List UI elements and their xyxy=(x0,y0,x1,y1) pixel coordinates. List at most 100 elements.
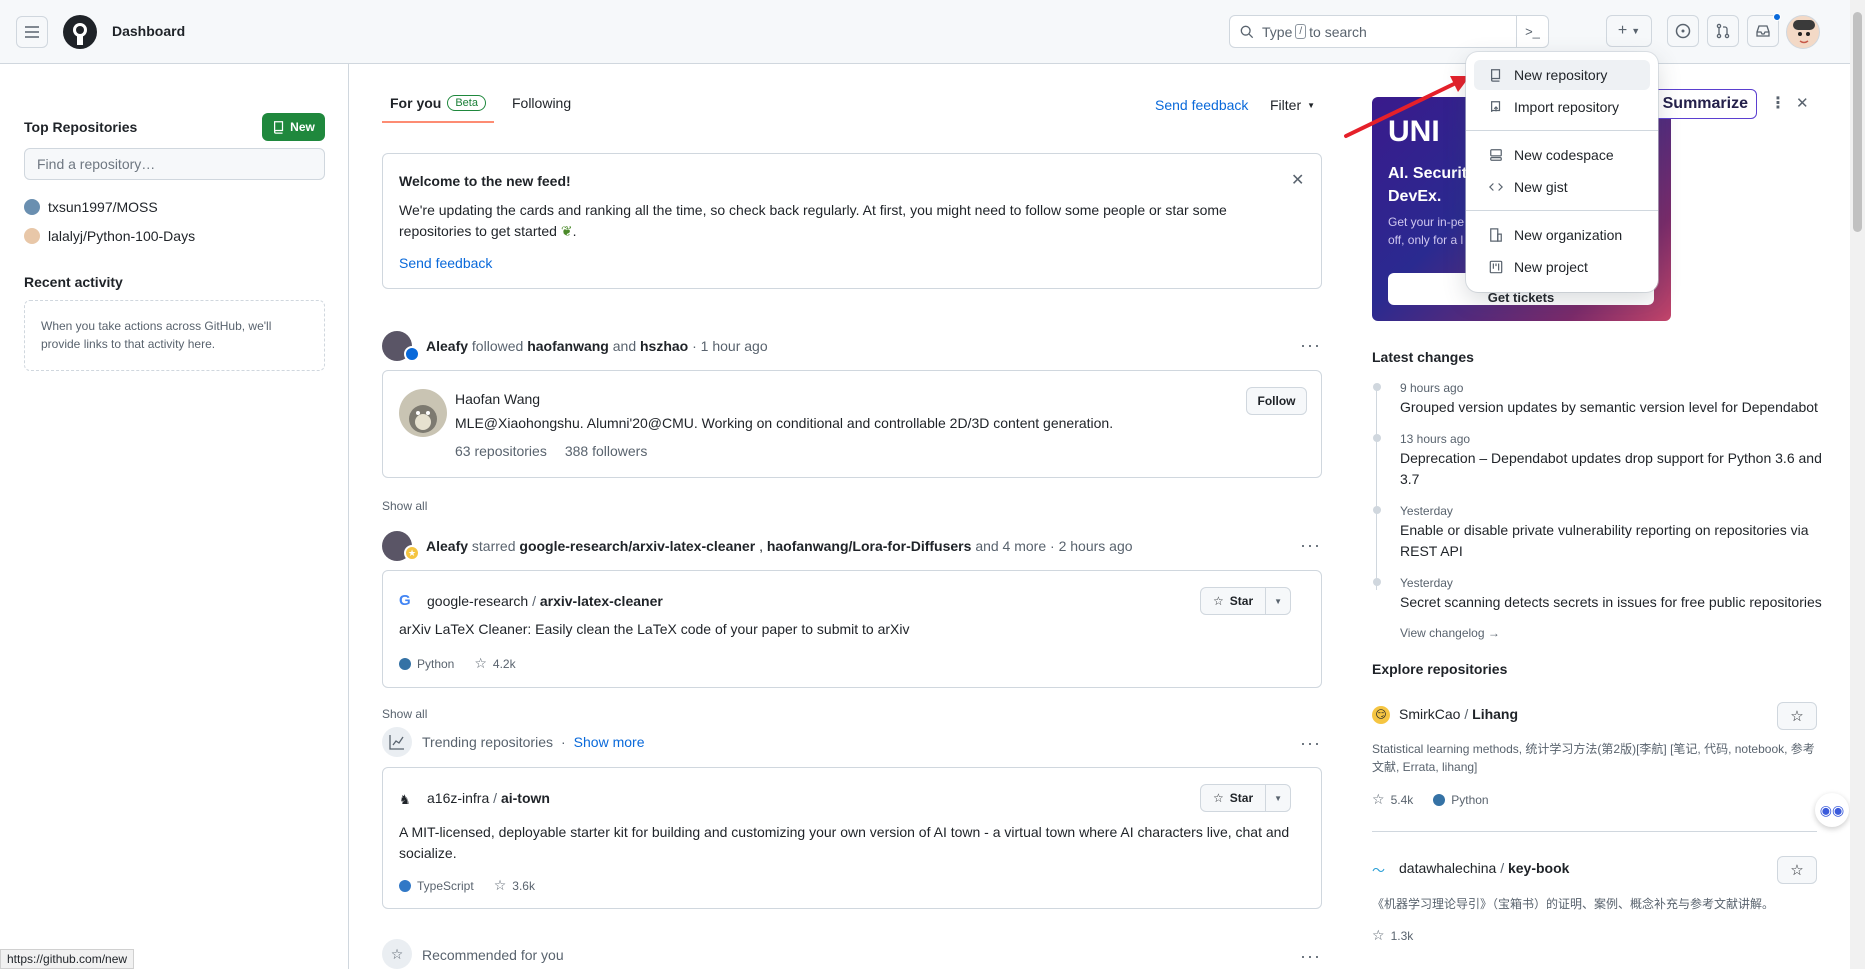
top-repo-item[interactable]: txsun1997/MOSS xyxy=(24,199,158,215)
repo-slash: / xyxy=(532,593,536,609)
repo-owner[interactable]: google-research xyxy=(427,593,528,609)
change-item[interactable]: 13 hours ago Deprecation – Dependabot up… xyxy=(1400,432,1830,490)
repo-owner-avatar[interactable]: 😏 xyxy=(1372,706,1390,724)
filter-button[interactable]: Filter ▼ xyxy=(1270,97,1315,113)
change-title[interactable]: Enable or disable private vulnerability … xyxy=(1400,520,1830,562)
repo-owner[interactable]: a16z-infra xyxy=(427,790,489,806)
more-options-icon[interactable]: ··· xyxy=(1300,733,1321,754)
tab-following[interactable]: Following xyxy=(502,88,581,121)
new-repository-button[interactable]: New xyxy=(262,113,325,141)
repo-name[interactable]: arxiv-latex-cleaner xyxy=(540,593,663,609)
find-repository-input[interactable]: Find a repository… xyxy=(24,148,325,180)
show-all-link[interactable]: Show all xyxy=(382,499,427,513)
star-action[interactable]: ☆ Star xyxy=(1201,785,1267,811)
kebab-menu-icon[interactable]: ⋮ xyxy=(1770,93,1786,113)
menu-item-new-organization[interactable]: New organization xyxy=(1474,220,1650,250)
command-palette-icon[interactable]: >_ xyxy=(1516,16,1548,47)
repo-name[interactable]: ai-town xyxy=(501,790,550,806)
repo-stars[interactable]: 5.4k xyxy=(1391,793,1414,807)
change-title[interactable]: Secret scanning detects secrets in issue… xyxy=(1400,592,1830,613)
more-options-icon[interactable]: ··· xyxy=(1300,535,1321,556)
repo-stars[interactable]: 4.2k xyxy=(493,657,516,671)
assistant-bot-icon[interactable]: ◉◉ xyxy=(1815,793,1849,827)
event-repo-link[interactable]: haofanwang/Lora-for-Diffusers xyxy=(767,538,972,554)
repo-name[interactable]: key-book xyxy=(1508,860,1569,876)
issues-button[interactable] xyxy=(1667,15,1699,47)
explore-repo-name[interactable]: datawhalechina / key-book xyxy=(1399,860,1569,876)
caret-down-icon: ▼ xyxy=(1274,596,1283,606)
follow-button[interactable]: Follow xyxy=(1246,387,1307,415)
repo-name[interactable]: Lihang xyxy=(1472,706,1518,722)
page-title[interactable]: Dashboard xyxy=(112,23,185,39)
star-icon: ☆ xyxy=(1790,708,1804,725)
repo-owner[interactable]: datawhalechina xyxy=(1399,860,1496,876)
change-item[interactable]: Yesterday Secret scanning detects secret… xyxy=(1400,576,1830,613)
page-scrollbar[interactable] xyxy=(1850,0,1865,969)
more-options-icon[interactable]: ··· xyxy=(1300,335,1321,356)
view-changelog-link[interactable]: View changelog → xyxy=(1400,626,1500,640)
find-repository-placeholder: Find a repository… xyxy=(37,156,156,172)
user-repositories-count[interactable]: 63 repositories xyxy=(455,443,547,459)
show-more-link[interactable]: Show more xyxy=(574,734,645,750)
show-all-link[interactable]: Show all xyxy=(382,707,427,721)
top-repo-label[interactable]: lalalyj/Python-100-Days xyxy=(48,228,195,244)
menu-item-new-codespace[interactable]: New codespace xyxy=(1474,140,1650,170)
close-icon[interactable]: ✕ xyxy=(1291,170,1304,190)
create-new-button[interactable]: + ▼ xyxy=(1606,15,1652,47)
event-repo-link[interactable]: google-research/arxiv-latex-cleaner xyxy=(519,538,755,554)
repo-owner[interactable]: SmirkCao xyxy=(1399,706,1460,722)
menu-item-new-gist[interactable]: New gist xyxy=(1474,172,1650,202)
organization-icon xyxy=(1488,227,1504,243)
datawhale-logo-icon[interactable]: 〜 xyxy=(1372,860,1390,878)
repo-meta: TypeScript ☆ 3.6k xyxy=(399,877,535,894)
user-followers-count[interactable]: 388 followers xyxy=(565,443,648,459)
codespaces-icon xyxy=(1488,147,1504,163)
change-item[interactable]: 9 hours ago Grouped version updates by s… xyxy=(1400,381,1830,418)
user-avatar[interactable] xyxy=(1786,15,1820,49)
repo-full-name[interactable]: a16z-infra / ai-town xyxy=(427,790,550,806)
event-user-link[interactable]: hszhao xyxy=(640,338,688,354)
hamburger-menu-button[interactable] xyxy=(16,16,48,48)
star-button[interactable]: ☆ xyxy=(1777,856,1817,884)
tab-for-you[interactable]: For you Beta xyxy=(382,88,494,123)
event-user-link[interactable]: haofanwang xyxy=(527,338,609,354)
more-options-icon[interactable]: ··· xyxy=(1300,946,1321,967)
change-item[interactable]: Yesterday Enable or disable private vuln… xyxy=(1400,504,1830,562)
top-repo-item[interactable]: lalalyj/Python-100-Days xyxy=(24,228,195,244)
user-avatar-totoro[interactable] xyxy=(399,389,447,437)
star-list-dropdown[interactable]: ▼ xyxy=(1266,785,1290,811)
inbox-button[interactable] xyxy=(1747,13,1781,47)
star-action[interactable]: ☆ Star xyxy=(1201,588,1267,614)
repo-language: Python xyxy=(417,656,455,671)
explore-repo-name[interactable]: SmirkCao / Lihang xyxy=(1399,706,1518,722)
annotation-arrow xyxy=(1344,76,1470,138)
event-verb: starred xyxy=(471,538,516,554)
promo-headline: AI. Security xyxy=(1388,165,1477,182)
star-icon: ☆ xyxy=(382,939,412,969)
repo-full-name[interactable]: google-research / arxiv-latex-cleaner xyxy=(427,593,663,609)
repo-stars[interactable]: 1.3k xyxy=(1391,929,1414,943)
welcome-send-feedback-link[interactable]: Send feedback xyxy=(399,255,492,271)
menu-item-new-repository[interactable]: New repository xyxy=(1474,60,1650,90)
scrollbar-thumb[interactable] xyxy=(1853,12,1862,232)
star-button[interactable]: ☆ xyxy=(1777,702,1817,730)
star-button[interactable]: ☆ Star ▼ xyxy=(1200,587,1292,615)
menu-item-import-repository[interactable]: Import repository xyxy=(1474,92,1650,122)
change-title[interactable]: Grouped version updates by semantic vers… xyxy=(1400,397,1830,418)
event-actor-link[interactable]: Aleafy xyxy=(426,538,468,554)
close-icon[interactable]: ✕ xyxy=(1796,94,1809,112)
top-repo-label[interactable]: txsun1997/MOSS xyxy=(48,199,158,215)
pull-requests-button[interactable] xyxy=(1707,15,1739,47)
github-logo-icon[interactable] xyxy=(63,15,97,49)
repo-description: A MIT-licensed, deployable starter kit f… xyxy=(399,824,1290,861)
event-actor-link[interactable]: Aleafy xyxy=(426,338,468,354)
user-name[interactable]: Haofan Wang xyxy=(455,391,540,407)
repo-language: Python xyxy=(1451,792,1489,807)
menu-item-new-project[interactable]: New project xyxy=(1474,252,1650,282)
repo-stars[interactable]: 3.6k xyxy=(512,879,535,893)
change-title[interactable]: Deprecation – Dependabot updates drop su… xyxy=(1400,448,1830,490)
star-list-dropdown[interactable]: ▼ xyxy=(1266,588,1290,614)
search-input[interactable]: Type / to search >_ xyxy=(1229,15,1549,48)
star-button[interactable]: ☆ Star ▼ xyxy=(1200,784,1292,812)
send-feedback-link[interactable]: Send feedback xyxy=(1155,97,1248,113)
